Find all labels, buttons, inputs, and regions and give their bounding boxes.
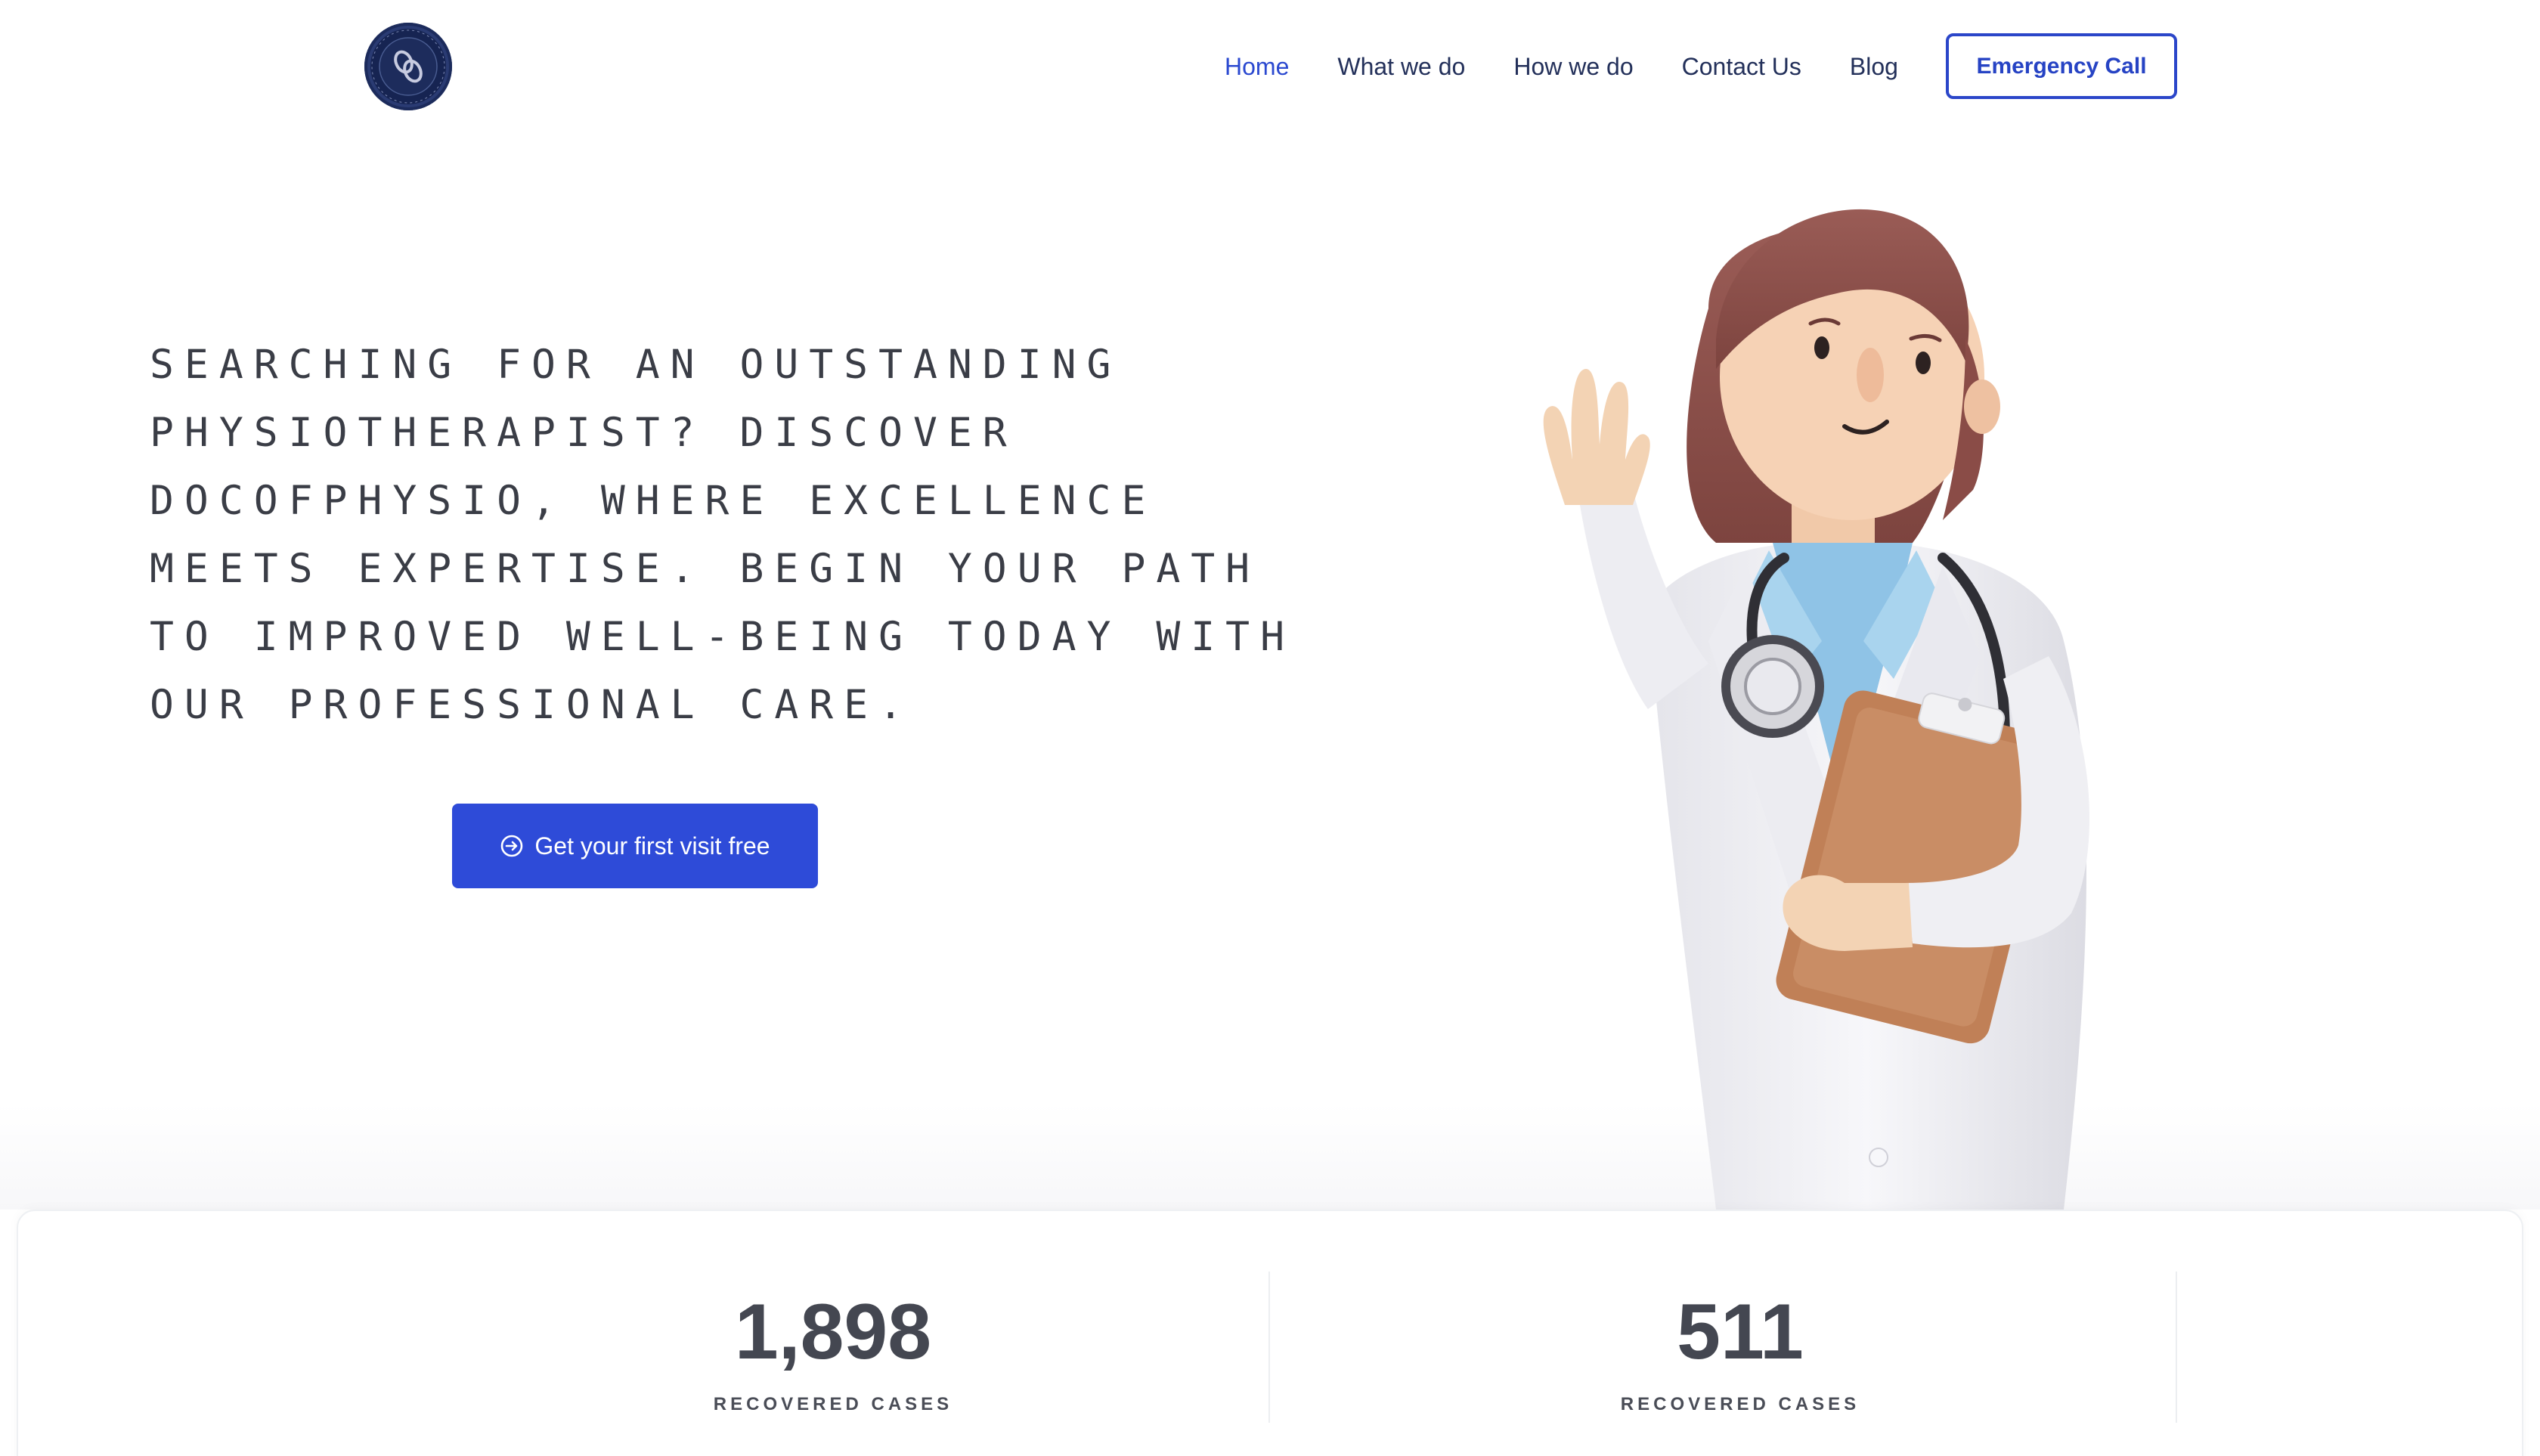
stat-recovered-cases-1: 1,898 RECOVERED CASES [379,1287,1287,1415]
doctor-waving-illustration [1519,187,2200,1210]
emergency-call-button[interactable]: Emergency Call [1946,33,2177,99]
nav-contact-us[interactable]: Contact Us [1682,48,1801,85]
site-logo[interactable] [364,23,452,110]
main-nav: Home What we do How we do Contact Us Blo… [1225,48,1947,85]
stat-divider [1268,1272,1270,1423]
stats-card: 1,898 RECOVERED CASES 511 RECOVERED CASE… [17,1210,2523,1456]
stat-value: 511 [1677,1288,1804,1376]
stat-divider [2176,1272,2177,1423]
stat-label: RECOVERED CASES [713,1394,953,1414]
nav-home[interactable]: Home [1225,48,1289,85]
first-visit-free-label: Get your first visit free [534,832,770,860]
stat-recovered-cases-2: 511 RECOVERED CASES [1287,1287,2194,1415]
stat-label: RECOVERED CASES [1620,1394,1860,1414]
hero-headline: SEARCHING FOR AN OUTSTANDING PHYSIOTHERA… [150,342,1295,728]
nav-what-we-do[interactable]: What we do [1337,48,1465,85]
page: Home What we do How we do Contact Us Blo… [0,0,2540,1456]
nav-how-we-do[interactable]: How we do [1513,48,1633,85]
first-visit-free-button[interactable]: Get your first visit free [452,804,818,888]
stat-value: 1,898 [734,1288,932,1376]
arrow-circle-right-icon [500,834,524,858]
nav-blog[interactable]: Blog [1850,48,1898,85]
